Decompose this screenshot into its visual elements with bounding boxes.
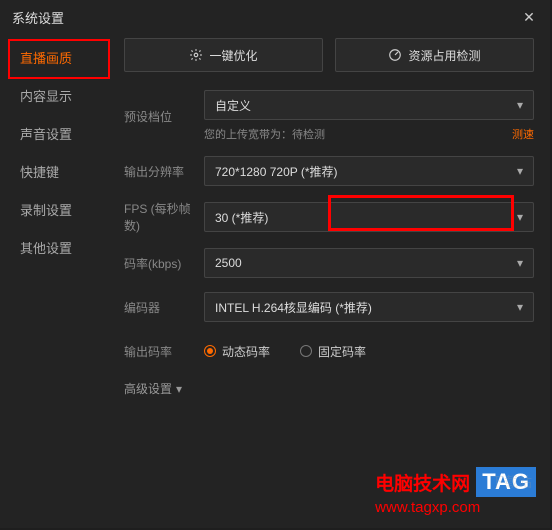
sidebar-item-content[interactable]: 内容显示 [0, 76, 110, 114]
sidebar-item-label: 内容显示 [20, 86, 72, 105]
watermark-text: 电脑技术网 [375, 469, 470, 496]
fps-label: FPS (每秒帧数) [124, 200, 204, 234]
optimize-icon [189, 48, 203, 62]
main-panel: 一键优化 资源占用检测 预设档位 自定义 您的上传宽带为：待检测 测速 [110, 34, 550, 528]
close-icon[interactable]: ✕ [520, 9, 538, 26]
preset-select[interactable]: 自定义 [204, 90, 534, 120]
window-title: 系统设置 [12, 8, 64, 27]
sidebar-item-audio[interactable]: 声音设置 [0, 114, 110, 152]
resolution-value: 720*1280 720P (*推荐) [215, 163, 338, 180]
encoder-label: 编码器 [124, 299, 204, 316]
chevron-down-icon: ▾ [176, 382, 182, 396]
resolution-select[interactable]: 720*1280 720P (*推荐) [204, 156, 534, 186]
gauge-icon [388, 48, 402, 62]
resolution-label: 输出分辨率 [124, 163, 204, 180]
preset-value: 自定义 [215, 97, 251, 114]
optimize-button[interactable]: 一键优化 [124, 38, 323, 72]
bitrate-value: 2500 [215, 256, 242, 270]
speedtest-link[interactable]: 测速 [512, 126, 534, 142]
sidebar-item-label: 快捷键 [20, 162, 59, 181]
encoder-value: INTEL H.264核显编码 (*推荐) [215, 299, 372, 316]
resource-check-button[interactable]: 资源占用检测 [335, 38, 534, 72]
radio-fixed-bitrate[interactable]: 固定码率 [300, 343, 366, 360]
watermark-tag: TAG [476, 467, 536, 497]
sidebar: 直播画质 内容显示 声音设置 快捷键 录制设置 其他设置 [0, 34, 110, 528]
resource-check-label: 资源占用检测 [408, 47, 480, 64]
sidebar-item-other[interactable]: 其他设置 [0, 228, 110, 266]
advanced-toggle[interactable]: 高级设置 ▾ [124, 380, 534, 397]
bandwidth-note: 您的上传宽带为：待检测 [204, 126, 325, 142]
sidebar-item-label: 其他设置 [20, 238, 72, 257]
sidebar-item-record[interactable]: 录制设置 [0, 190, 110, 228]
sidebar-item-label: 声音设置 [20, 124, 72, 143]
optimize-label: 一键优化 [209, 47, 257, 64]
sidebar-item-label: 录制设置 [20, 200, 72, 219]
watermark-url: www.tagxp.com [375, 499, 536, 516]
radio-dot-on-icon [204, 345, 216, 357]
sidebar-item-hotkey[interactable]: 快捷键 [0, 152, 110, 190]
preset-label: 预设档位 [124, 108, 204, 125]
radio-fixed-label: 固定码率 [318, 343, 366, 360]
bitrate-label: 码率(kbps) [124, 255, 204, 272]
radio-dot-off-icon [300, 345, 312, 357]
radio-dynamic-bitrate[interactable]: 动态码率 [204, 343, 270, 360]
radio-dynamic-label: 动态码率 [222, 343, 270, 360]
fps-select[interactable]: 30 (*推荐) [204, 202, 534, 232]
fps-value: 30 (*推荐) [215, 209, 268, 226]
watermark: 下载站 电脑技术网 TAG www.tagxp.com [375, 467, 536, 516]
encoder-select[interactable]: INTEL H.264核显编码 (*推荐) [204, 292, 534, 322]
advanced-label: 高级设置 [124, 380, 172, 397]
sidebar-item-quality[interactable]: 直播画质 [0, 38, 110, 76]
bitrate-select[interactable]: 2500 [204, 248, 534, 278]
output-bitrate-label: 输出码率 [124, 343, 204, 360]
sidebar-item-label: 直播画质 [20, 48, 72, 67]
